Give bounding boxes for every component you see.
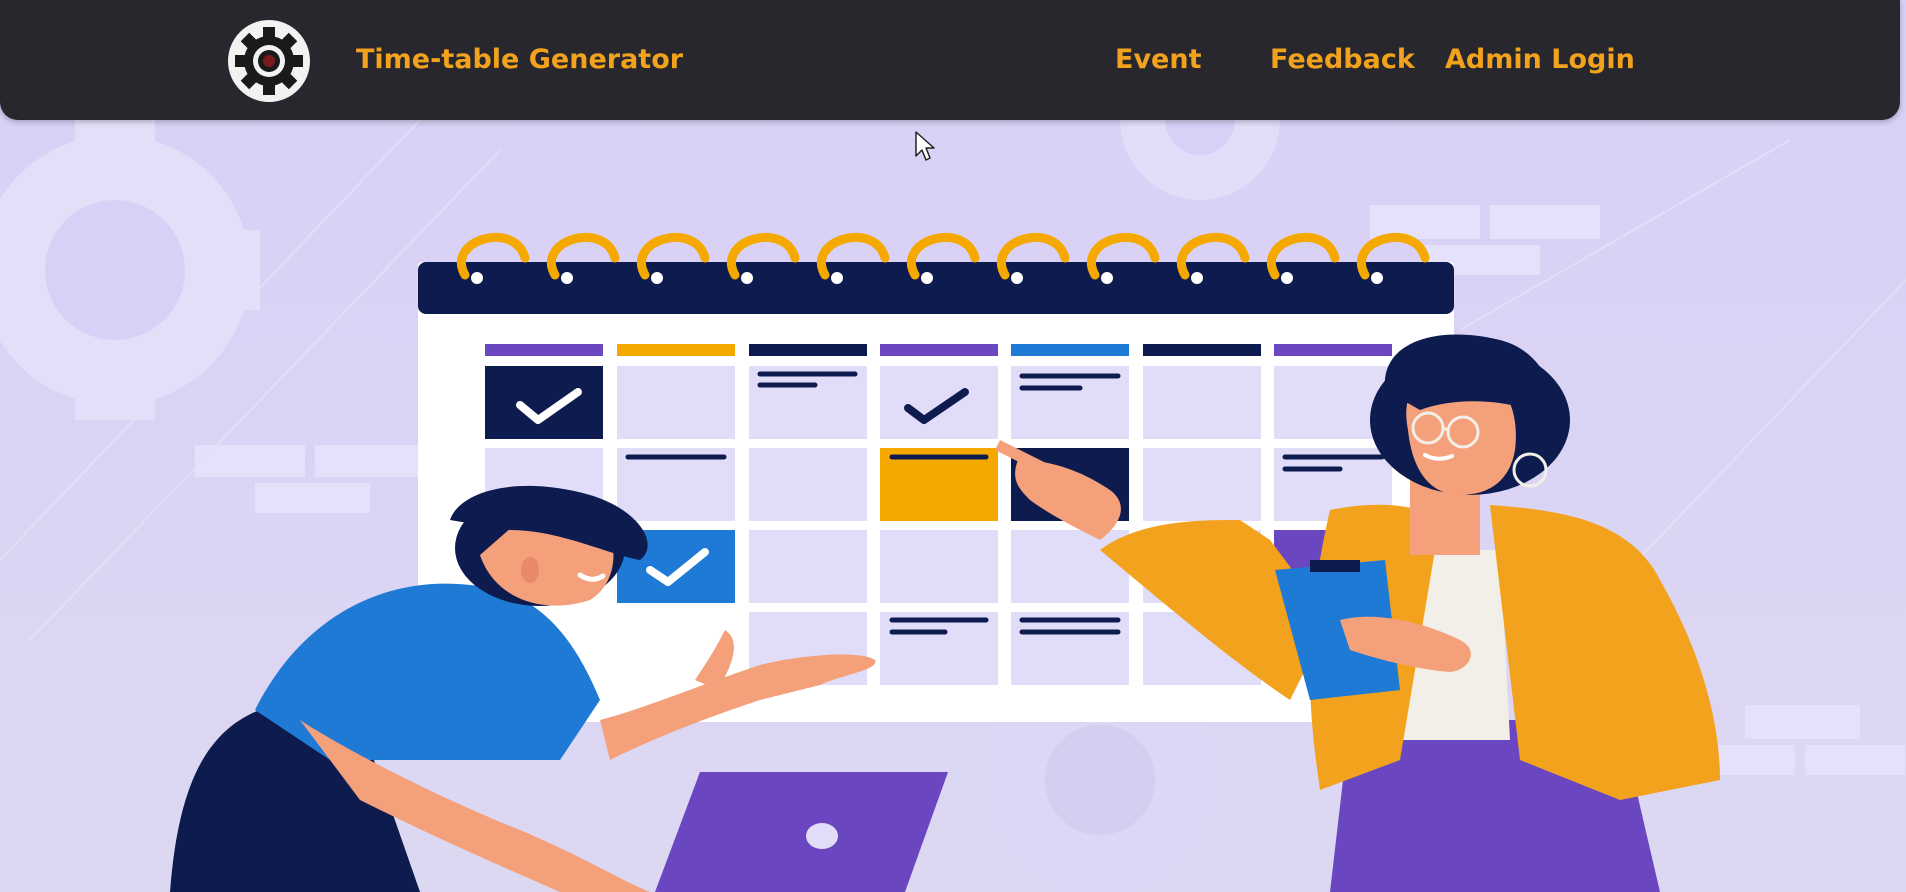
nav-link-feedback[interactable]: Feedback — [1270, 44, 1415, 75]
top-navbar: Time-table Generator Event Feedback Admi… — [0, 0, 1900, 120]
nav-link-event[interactable]: Event — [1115, 44, 1201, 75]
mouse-pointer-icon — [915, 131, 935, 161]
nav-link-admin-login[interactable]: Admin Login — [1445, 44, 1635, 75]
gear-logo-icon[interactable] — [228, 20, 310, 102]
brand-title[interactable]: Time-table Generator — [356, 44, 683, 75]
app-frame: Time-table Generator Event Feedback Admi… — [0, 0, 1906, 892]
hero-illustration — [0, 0, 1906, 892]
laptop-illustration — [655, 772, 948, 892]
